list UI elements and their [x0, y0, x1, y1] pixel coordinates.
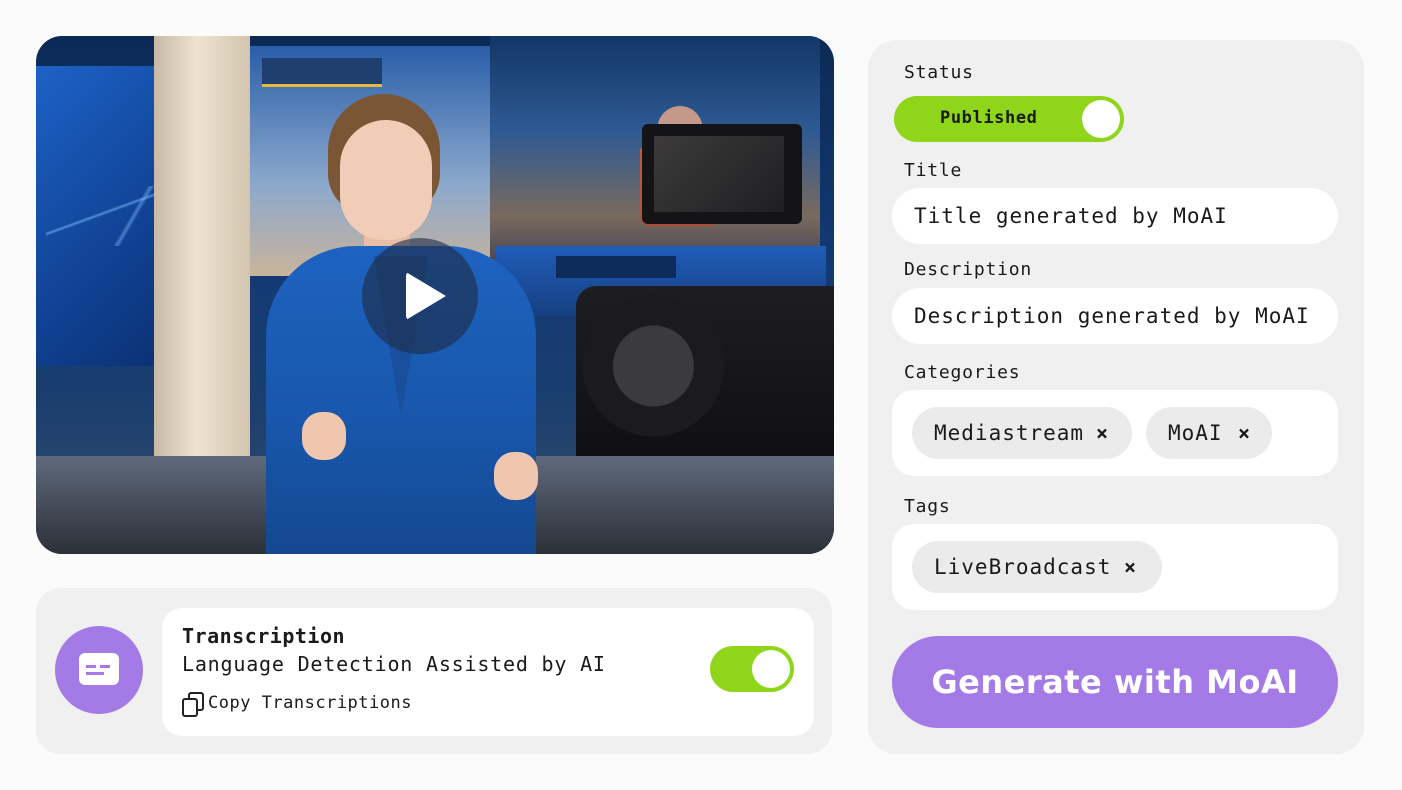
closed-captions-icon [79, 653, 119, 685]
tag-chip[interactable]: LiveBroadcast × [912, 541, 1162, 593]
category-chip-label: MoAI [1168, 421, 1223, 445]
copy-icon [182, 692, 204, 717]
category-chip[interactable]: MoAI × [1146, 407, 1272, 459]
presenter-hand-left [302, 412, 346, 460]
transcription-subtitle: Language Detection Assisted by AI [182, 652, 606, 676]
status-value: Published [940, 108, 1038, 128]
generate-with-moai-button[interactable]: Generate with MoAI [892, 636, 1338, 728]
copy-transcriptions-label: Copy Transcriptions [208, 693, 412, 713]
transcription-card: Transcription Language Detection Assiste… [162, 608, 814, 736]
category-chip[interactable]: Mediastream × [912, 407, 1132, 459]
video-player[interactable] [36, 36, 834, 554]
remove-category-icon[interactable]: × [1096, 407, 1109, 459]
presenter-face [340, 120, 432, 240]
categories-field[interactable]: Mediastream × MoAI × [892, 390, 1338, 476]
play-icon [406, 272, 446, 320]
transcription-avatar [55, 626, 143, 714]
tags-label: Tags [904, 496, 951, 517]
tag-chip-label: LiveBroadcast [934, 555, 1112, 579]
title-label: Title [904, 160, 963, 181]
remove-tag-icon[interactable]: × [1124, 541, 1137, 593]
status-toggle[interactable]: Published [894, 96, 1124, 142]
play-button[interactable] [362, 238, 478, 354]
categories-label: Categories [904, 362, 1021, 383]
transcription-toggle[interactable] [710, 646, 794, 692]
presenter-hand-right [494, 452, 538, 500]
description-input[interactable]: Description generated by MoAI [892, 288, 1338, 344]
transcription-title: Transcription [182, 624, 346, 648]
description-label: Description [904, 259, 1033, 280]
category-chip-label: Mediastream [934, 421, 1085, 445]
remove-category-icon[interactable]: × [1238, 407, 1251, 459]
copy-transcriptions-link[interactable]: Copy Transcriptions [182, 692, 412, 717]
status-label: Status [904, 62, 974, 83]
tags-field[interactable]: LiveBroadcast × [892, 524, 1338, 610]
toggle-knob [752, 650, 790, 688]
transcription-section: Transcription Language Detection Assiste… [36, 588, 832, 754]
status-toggle-knob [1082, 100, 1120, 138]
studio-camera-monitor [642, 124, 802, 224]
title-input[interactable]: Title generated by MoAI [892, 188, 1338, 244]
metadata-panel: Status Published Title Title generated b… [868, 40, 1364, 754]
